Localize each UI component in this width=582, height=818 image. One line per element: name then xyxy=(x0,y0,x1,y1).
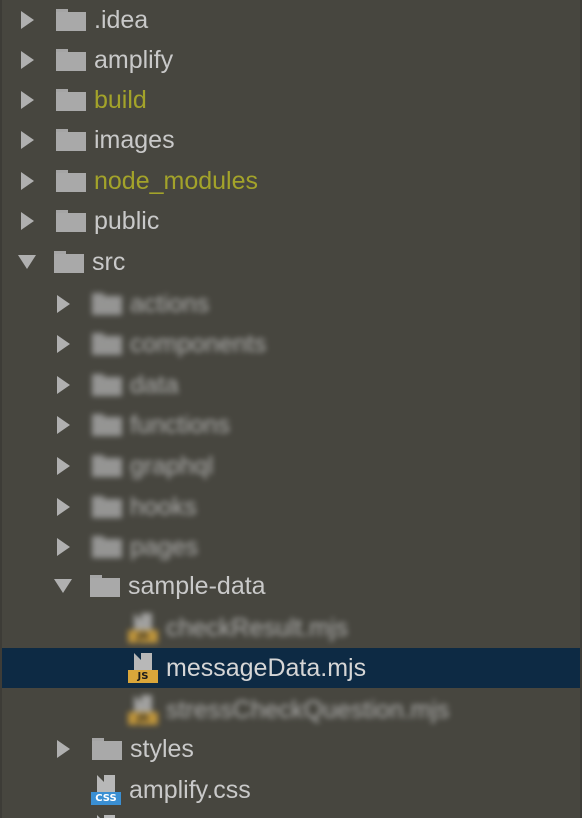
js-file-icon: JS xyxy=(128,695,158,725)
tree-item-label: messageData.mjs xyxy=(166,653,367,682)
folder-icon xyxy=(92,374,122,396)
tree-item-graphql[interactable]: graphql xyxy=(2,446,580,486)
tree-item-label: checkResult.mjs xyxy=(166,613,348,642)
expand-arrow-icon[interactable] xyxy=(21,172,34,190)
tree-item-hooks[interactable]: hooks xyxy=(2,487,580,527)
tree-item-label: public xyxy=(94,206,160,235)
folder-icon xyxy=(56,129,86,151)
tree-item-label: src xyxy=(92,247,126,276)
folder-icon xyxy=(92,414,122,436)
expand-arrow-icon[interactable] xyxy=(21,131,34,149)
tree-item-sample-data[interactable]: sample-data xyxy=(2,566,580,606)
tree-item-label: styles xyxy=(130,734,194,763)
tree-item-label: pages xyxy=(130,532,199,561)
expand-arrow-icon[interactable] xyxy=(57,335,70,353)
tree-item-label: functions xyxy=(130,410,231,439)
folder-icon xyxy=(92,333,122,355)
folder-icon xyxy=(92,293,122,315)
expand-arrow-icon[interactable] xyxy=(21,11,34,29)
folder-icon xyxy=(92,455,122,477)
expand-arrow-icon[interactable] xyxy=(57,457,70,475)
folder-icon xyxy=(92,536,122,558)
tree-item-label: sample-data xyxy=(128,571,266,600)
folder-icon xyxy=(56,49,86,71)
tree-item-label: images xyxy=(94,125,175,154)
tree-item-message-data[interactable]: JS messageData.mjs xyxy=(2,648,580,688)
tree-item-stress-check-question[interactable]: JS stressCheckQuestion.mjs xyxy=(2,690,580,730)
folder-icon xyxy=(92,738,122,760)
tree-item-partial xyxy=(2,810,580,818)
expand-arrow-icon[interactable] xyxy=(57,498,70,516)
js-file-icon: JS xyxy=(128,613,158,643)
tree-item-build[interactable]: build xyxy=(2,80,580,120)
tree-item-label: build xyxy=(94,85,147,114)
expand-arrow-icon[interactable] xyxy=(57,295,70,313)
tree-item-label: actions xyxy=(130,289,210,318)
tree-item-functions[interactable]: functions xyxy=(2,405,580,445)
folder-icon xyxy=(90,575,120,597)
folder-icon xyxy=(56,9,86,31)
tree-item-check-result[interactable]: JS checkResult.mjs xyxy=(2,608,580,648)
tree-item-pages[interactable]: pages xyxy=(2,527,580,567)
tree-item-amplify[interactable]: amplify xyxy=(2,40,580,80)
folder-icon xyxy=(92,496,122,518)
tree-item-data[interactable]: data xyxy=(2,365,580,405)
collapse-arrow-icon[interactable] xyxy=(18,255,36,269)
tree-item-idea[interactable]: .idea xyxy=(2,0,580,40)
folder-icon xyxy=(56,210,86,232)
tree-item-public[interactable]: public xyxy=(2,201,580,241)
folder-icon xyxy=(54,251,84,273)
tree-item-label: stressCheckQuestion.mjs xyxy=(166,695,450,724)
tree-item-actions[interactable]: actions xyxy=(2,284,580,324)
tree-item-node-modules[interactable]: node_modules xyxy=(2,161,580,201)
tree-item-components[interactable]: components xyxy=(2,324,580,364)
tree-item-label: .idea xyxy=(94,5,149,34)
tree-item-label: hooks xyxy=(130,492,197,521)
expand-arrow-icon[interactable] xyxy=(57,740,70,758)
css-file-icon: CSS xyxy=(91,775,121,805)
tree-item-label: components xyxy=(130,329,267,358)
tree-item-label: data xyxy=(130,370,179,399)
expand-arrow-icon[interactable] xyxy=(57,376,70,394)
project-file-tree[interactable]: .idea amplify build images node_modules … xyxy=(2,0,580,818)
expand-arrow-icon[interactable] xyxy=(57,538,70,556)
expand-arrow-icon[interactable] xyxy=(57,416,70,434)
tree-item-amplify-css[interactable]: CSS amplify.css xyxy=(2,770,580,810)
tree-item-src[interactable]: src xyxy=(2,242,580,282)
folder-icon xyxy=(56,170,86,192)
js-file-icon: JS xyxy=(128,653,158,683)
folder-icon xyxy=(56,89,86,111)
collapse-arrow-icon[interactable] xyxy=(54,579,72,593)
tree-item-label: node_modules xyxy=(94,166,259,195)
tree-item-images[interactable]: images xyxy=(2,120,580,160)
tree-item-label: amplify.css xyxy=(129,775,251,804)
tree-item-label: amplify xyxy=(94,45,174,74)
expand-arrow-icon[interactable] xyxy=(21,91,34,109)
tree-item-styles[interactable]: styles xyxy=(2,729,580,769)
tree-item-label: graphql xyxy=(130,451,214,480)
expand-arrow-icon[interactable] xyxy=(21,51,34,69)
expand-arrow-icon[interactable] xyxy=(21,212,34,230)
